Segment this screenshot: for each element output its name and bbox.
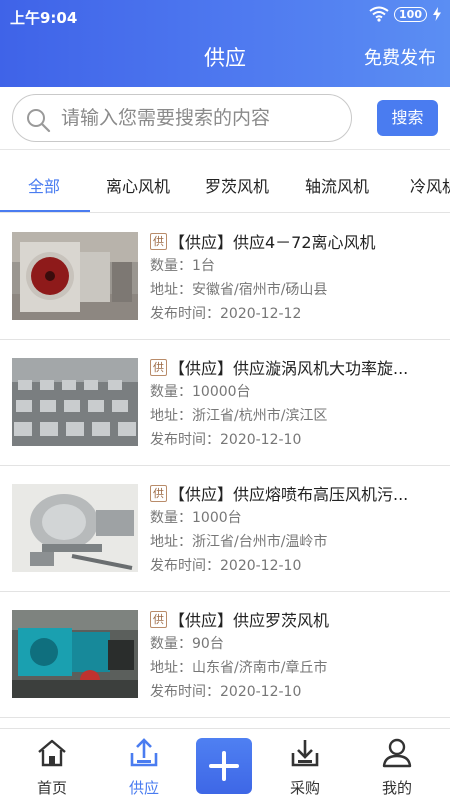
list-item[interactable]: 供 【供应】供应漩涡风机大功率旋... 数量：10000台 地址：浙江省/杭州市… — [0, 340, 450, 466]
nav-purchase[interactable]: 采购 — [260, 729, 350, 800]
nav-mine[interactable]: 我的 — [352, 729, 442, 800]
item-date: 发布时间：2020-12-10 — [150, 684, 302, 700]
search-box[interactable] — [12, 94, 352, 142]
product-image — [12, 358, 138, 446]
list-item[interactable]: 供 【供应】供应罗茨风机 数量：90台 地址：山东省/济南市/章丘市 发布时间：… — [0, 592, 450, 718]
nav-purchase-label: 采购 — [289, 779, 320, 797]
charging-icon — [433, 7, 441, 21]
item-date: 发布时间：2020-12-12 — [150, 306, 302, 322]
supply-badge-icon: 供 — [150, 484, 167, 502]
app-header: 上午9:04 100 供应 免费发布 — [0, 0, 450, 87]
free-publish-button[interactable]: 免费发布 — [364, 44, 436, 70]
item-quantity: 数量：1台 — [150, 258, 215, 274]
download-tray-icon — [291, 740, 319, 767]
supply-badge-icon: 供 — [150, 358, 167, 376]
nav-home-label: 首页 — [36, 779, 67, 797]
item-address: 地址：山东省/济南市/章丘市 — [150, 660, 328, 676]
wifi-icon — [369, 6, 389, 22]
upload-tray-icon — [130, 738, 158, 767]
tab-axial-fan[interactable]: 轴流风机 — [305, 173, 369, 197]
item-date: 发布时间：2020-12-10 — [150, 558, 302, 574]
item-address: 地址：浙江省/杭州市/滨江区 — [150, 408, 328, 424]
nav-supply-label: 供应 — [128, 779, 159, 797]
bottom-nav: 首页 供应 采购 我的 — [0, 728, 450, 800]
nav-mine-label: 我的 — [381, 779, 412, 797]
item-quantity: 数量：10000台 — [150, 384, 251, 400]
tab-roots-blower[interactable]: 罗茨风机 — [205, 173, 269, 197]
category-tabs: 全部 离心风机 罗茨风机 轴流风机 冷风机 — [0, 151, 450, 213]
status-bar: 上午9:04 100 — [0, 0, 450, 32]
item-quantity: 数量：90台 — [150, 636, 224, 652]
supply-badge-icon: 供 — [150, 232, 167, 250]
supply-badge-icon: 供 — [150, 610, 167, 628]
list-item[interactable]: 供 【供应】供应熔喷布高压风机污... 数量：1000台 地址：浙江省/台州市/… — [0, 466, 450, 592]
search-icon — [27, 109, 51, 133]
tab-active-indicator — [0, 210, 90, 212]
product-image — [12, 610, 138, 698]
item-address: 地址：安徽省/宿州市/砀山县 — [150, 282, 328, 298]
status-time: 上午9:04 — [10, 9, 78, 27]
supply-list: 供 【供应】供应4－72离心风机 数量：1台 地址：安徽省/宿州市/砀山县 发布… — [0, 214, 450, 728]
search-input[interactable] — [61, 103, 341, 133]
home-icon — [38, 739, 66, 767]
search-button[interactable]: 搜索 — [377, 100, 438, 136]
status-icons: 100 — [369, 6, 442, 22]
item-quantity: 数量：1000台 — [150, 510, 242, 526]
item-date: 发布时间：2020-12-10 — [150, 432, 302, 448]
tab-air-cooler[interactable]: 冷风机 — [410, 173, 450, 197]
item-title: 【供应】供应熔喷布高压风机污... — [169, 485, 409, 504]
nav-home[interactable]: 首页 — [7, 729, 97, 800]
item-title: 【供应】供应罗茨风机 — [169, 611, 330, 630]
product-image — [12, 232, 138, 320]
item-title: 【供应】供应4－72离心风机 — [169, 233, 376, 252]
plus-icon[interactable] — [196, 738, 252, 794]
search-area: 搜索 — [0, 87, 450, 150]
item-address: 地址：浙江省/台州市/温岭市 — [150, 534, 328, 550]
product-image — [12, 484, 138, 572]
battery-indicator: 100 — [394, 6, 427, 22]
item-title: 【供应】供应漩涡风机大功率旋... — [169, 359, 409, 378]
user-icon — [382, 738, 412, 768]
tab-all[interactable]: 全部 — [28, 173, 60, 197]
tab-centrifugal-fan[interactable]: 离心风机 — [106, 173, 170, 197]
nav-supply[interactable]: 供应 — [99, 729, 189, 800]
list-item[interactable]: 供 【供应】供应4－72离心风机 数量：1台 地址：安徽省/宿州市/砀山县 发布… — [0, 214, 450, 340]
